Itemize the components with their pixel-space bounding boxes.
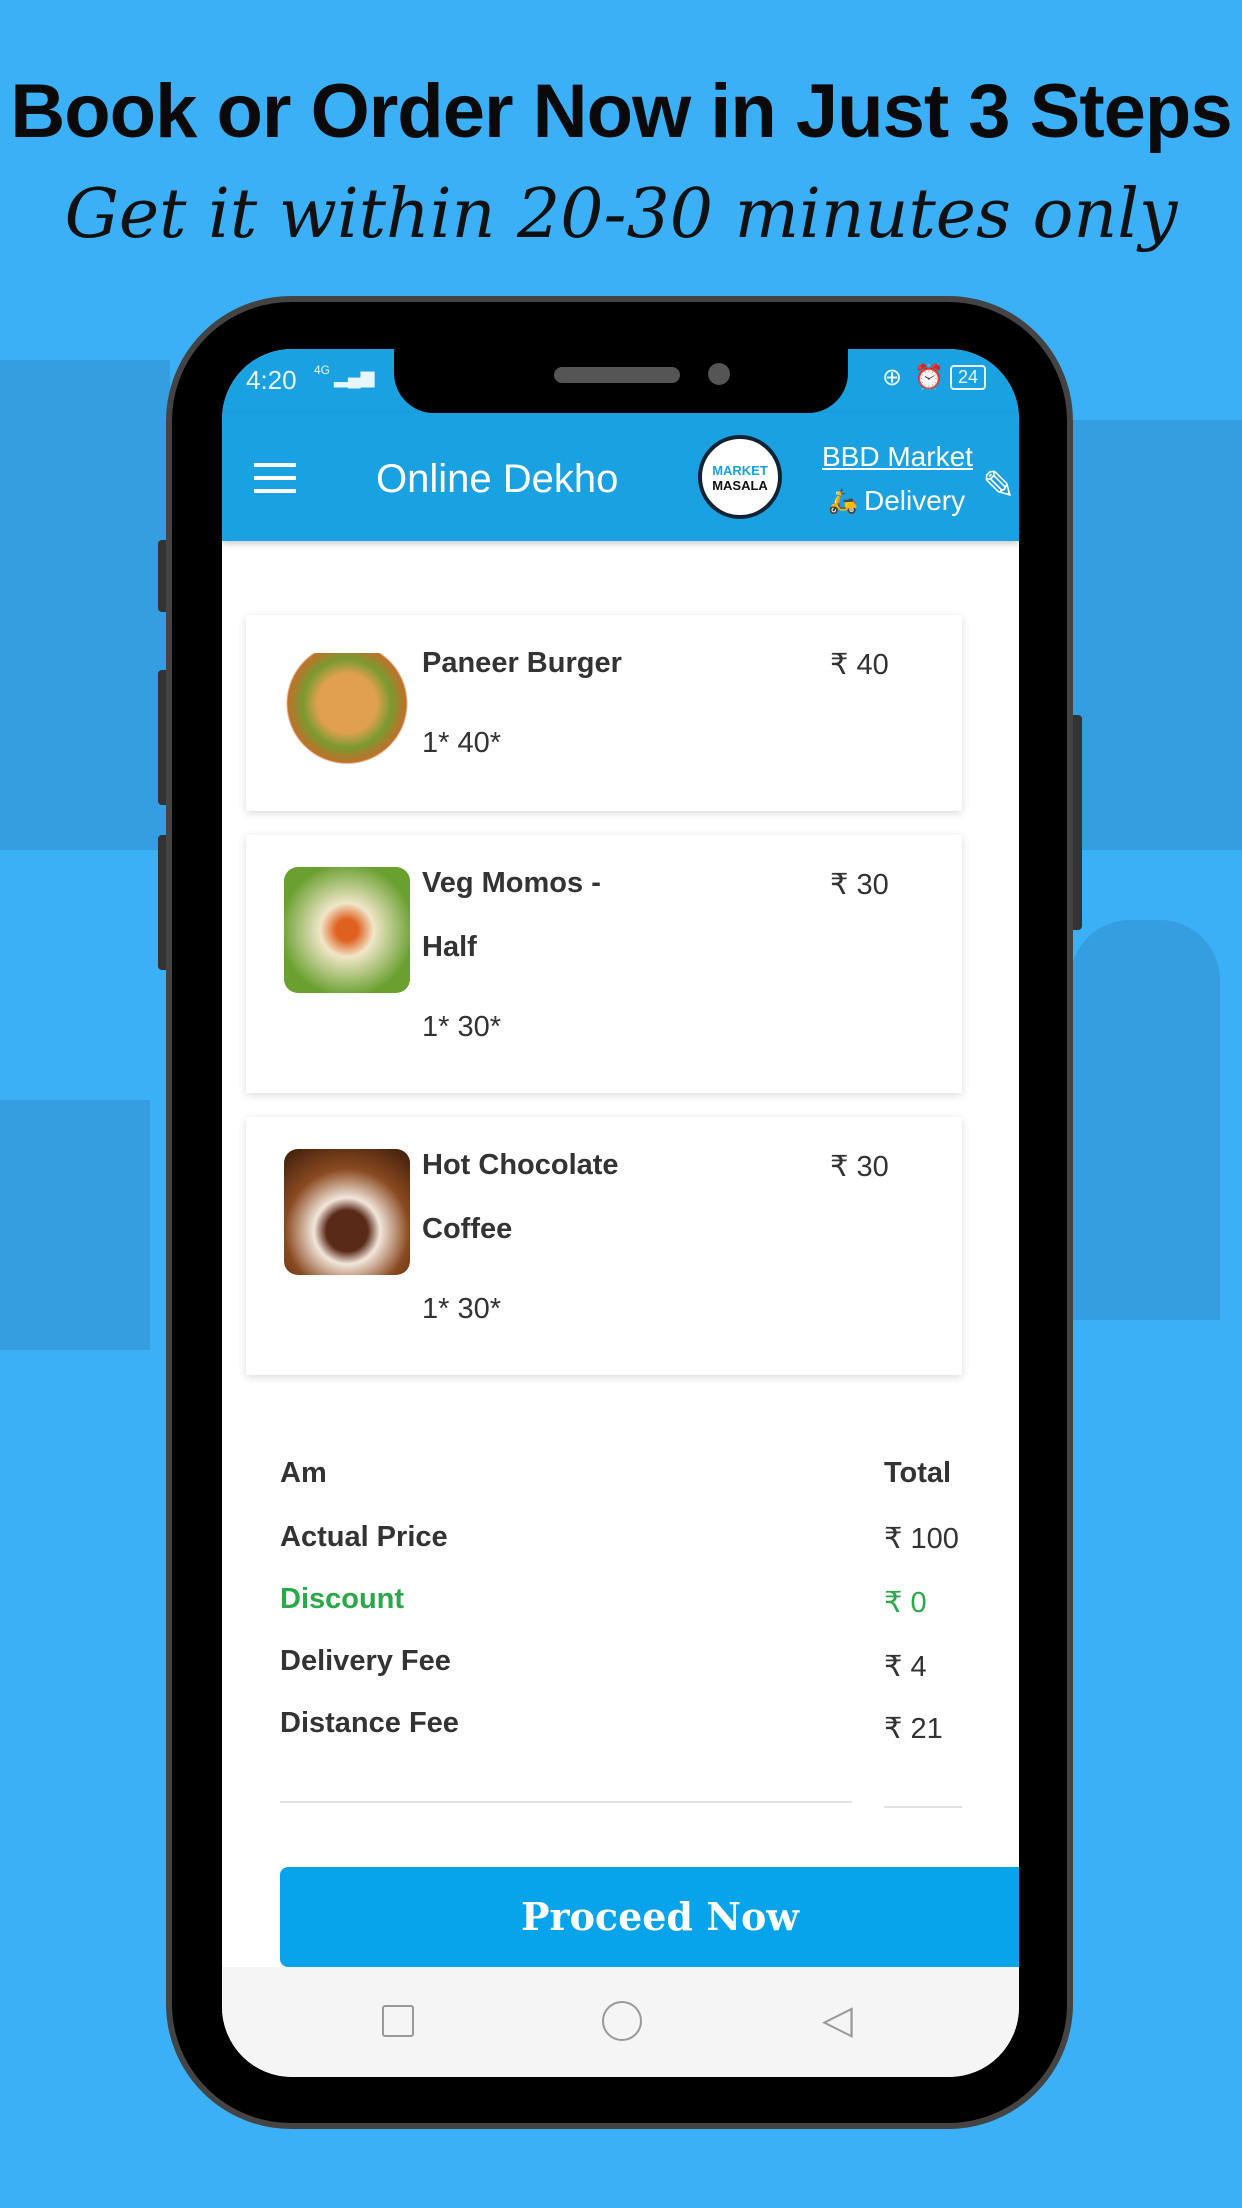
recents-icon[interactable]: [382, 2005, 414, 2037]
item-qty: 1* 40*: [422, 727, 502, 759]
cart-item: Veg Momos - Half 1* 30* ₹ 30: [246, 835, 962, 1093]
phone-screen: 4:20 4G ▂▄▆ ⊕ ⏰ 24 Online Dekho MARKET M…: [222, 349, 1019, 2077]
logo-text: MASALA: [712, 478, 768, 493]
cart-item: Hot Chocolate Coffee 1* 30* ₹ 30: [246, 1117, 962, 1375]
delivery-fee-value: ₹ 4: [884, 1651, 927, 1683]
divider: [280, 1801, 852, 1803]
summary-header-total: Total: [884, 1457, 952, 1489]
discount-value: ₹ 0: [884, 1587, 927, 1619]
store-logo[interactable]: MARKET MASALA: [698, 435, 782, 519]
item-price: ₹ 40: [830, 649, 889, 681]
item-qty: 1* 30*: [422, 1011, 502, 1043]
food-image-burger: [284, 653, 410, 779]
delivery-mode[interactable]: Delivery: [864, 485, 965, 517]
battery-icon: 24: [950, 365, 987, 390]
item-price: ₹ 30: [830, 1151, 889, 1183]
front-camera: [708, 363, 730, 385]
item-name: Paneer Burger: [422, 647, 622, 679]
cart-illustration: [0, 1100, 150, 1350]
background-shop-illustration: [0, 360, 170, 850]
item-qty: 1* 30*: [422, 1293, 502, 1325]
status-time: 4:20: [246, 365, 297, 395]
signal-icon: ▂▄▆: [334, 367, 375, 387]
delivery-fee-label: Delivery Fee: [280, 1645, 451, 1677]
promo-subheadline: Get it within 20-30 minutes only: [64, 175, 1178, 254]
app-bar: Online Dekho MARKET MASALA BBD Market 🛵 …: [222, 413, 1019, 541]
actual-price-value: ₹ 100: [884, 1523, 959, 1555]
proceed-now-button[interactable]: Proceed Now: [280, 1867, 1019, 1967]
promo-headline: Book or Order Now in Just 3 Steps: [10, 69, 1232, 154]
divider: [884, 1806, 962, 1808]
background-shop-illustration-right: [1073, 420, 1242, 850]
discount-label: Discount: [280, 1583, 405, 1615]
rotation-lock-icon: ⊕: [882, 364, 903, 391]
network-label: 4G: [314, 363, 331, 377]
logo-text: MARKET: [712, 463, 768, 478]
menu-icon[interactable]: [254, 463, 296, 493]
cart-item: Paneer Burger 1* 40* ₹ 40: [246, 615, 962, 811]
edit-icon[interactable]: ✎: [982, 463, 1016, 509]
delivery-person-illustration: [1070, 920, 1220, 1320]
back-icon[interactable]: ◁: [822, 1997, 853, 2043]
food-image-coffee: [284, 1149, 410, 1275]
distance-fee-value: ₹ 21: [884, 1713, 943, 1745]
scooter-icon: 🛵: [828, 488, 858, 515]
location-link[interactable]: BBD Market: [822, 441, 973, 473]
distance-fee-label: Distance Fee: [280, 1707, 459, 1739]
camera-notch: [394, 349, 848, 413]
item-name: Veg Momos - Half: [422, 867, 601, 963]
food-image-momos: [284, 867, 410, 993]
item-name: Hot Chocolate Coffee: [422, 1149, 619, 1245]
android-nav-bar: ◁: [222, 1967, 1019, 2077]
summary-header-label: Am: [280, 1457, 327, 1489]
app-title: Online Dekho: [376, 457, 619, 501]
speaker-grille: [554, 367, 680, 383]
alarm-icon: ⏰: [914, 364, 944, 391]
actual-price-label: Actual Price: [280, 1521, 448, 1553]
home-icon[interactable]: [602, 2001, 642, 2041]
item-price: ₹ 30: [830, 869, 889, 901]
